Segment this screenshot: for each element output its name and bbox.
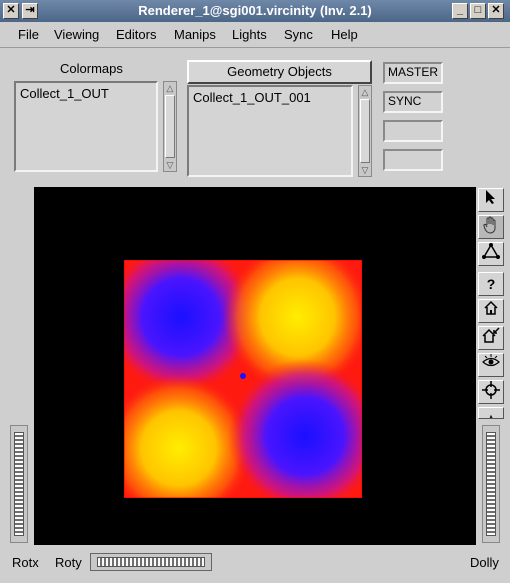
list-item[interactable]: Collect_1_OUT: [20, 86, 109, 101]
close-button[interactable]: ✕: [488, 3, 504, 19]
menu-editors[interactable]: Editors: [116, 27, 156, 42]
home-icon[interactable]: [478, 299, 504, 323]
menu-help[interactable]: Help: [331, 27, 358, 42]
scroll-thumb[interactable]: [360, 99, 370, 163]
maximize-button[interactable]: □: [470, 3, 486, 19]
menu-viewing[interactable]: Viewing: [54, 27, 99, 42]
list-item[interactable]: Collect_1_OUT_001: [193, 90, 311, 105]
perspective-icon[interactable]: [478, 407, 504, 419]
menu-lights[interactable]: Lights: [232, 27, 267, 42]
help-button[interactable]: ?: [478, 272, 504, 296]
seek-icon[interactable]: [478, 242, 504, 266]
scroll-up-icon[interactable]: △: [165, 83, 175, 93]
empty-button-1[interactable]: [383, 120, 443, 142]
dolly-label: Dolly: [470, 555, 499, 570]
set-home-icon[interactable]: [478, 326, 504, 350]
window-title: Renderer_1@sgi001.vircinity (Inv. 2.1): [138, 3, 372, 18]
window-menu-icon[interactable]: ✕: [3, 3, 19, 19]
geometry-objects-button[interactable]: Geometry Objects: [187, 60, 372, 84]
seek-point-marker: [240, 373, 246, 379]
hand-icon[interactable]: [478, 215, 504, 239]
empty-button-2[interactable]: [383, 149, 443, 171]
minimize-button[interactable]: _: [452, 3, 468, 19]
dolly-thumbwheel[interactable]: [482, 425, 500, 543]
rotx-thumbwheel[interactable]: [10, 425, 28, 543]
geometry-scrollbar[interactable]: △ ▽: [358, 85, 372, 177]
menu-bar: File Viewing Editors Manips Lights Sync …: [0, 22, 510, 48]
scroll-down-icon[interactable]: ▽: [360, 165, 370, 175]
rotx-label: Rotx: [12, 555, 39, 570]
menu-manips[interactable]: Manips: [174, 27, 216, 42]
title-bar[interactable]: ✕ ⇥ Renderer_1@sgi001.vircinity (Inv. 2.…: [0, 0, 510, 22]
scroll-down-icon[interactable]: ▽: [165, 160, 175, 170]
colormaps-scrollbar[interactable]: △ ▽: [163, 81, 177, 172]
colormaps-label: Colormaps: [60, 61, 123, 76]
sync-button[interactable]: SYNC: [383, 91, 443, 113]
pin-icon[interactable]: ⇥: [22, 3, 38, 19]
view-all-eye-icon[interactable]: [478, 353, 504, 377]
master-button[interactable]: MASTER: [383, 62, 443, 84]
menu-sync[interactable]: Sync: [284, 27, 313, 42]
blue-trough-bottom: [228, 359, 362, 498]
crosshair-icon[interactable]: [478, 380, 504, 404]
color-surface: [124, 260, 362, 498]
menu-file[interactable]: File: [18, 27, 39, 42]
scroll-thumb[interactable]: [165, 95, 175, 158]
roty-thumbwheel[interactable]: [90, 553, 212, 571]
render-viewport[interactable]: [34, 187, 476, 545]
pick-arrow-icon[interactable]: [478, 188, 504, 212]
scroll-up-icon[interactable]: △: [360, 87, 370, 97]
geometry-list[interactable]: Collect_1_OUT_001: [187, 85, 353, 177]
colormaps-list[interactable]: Collect_1_OUT: [14, 81, 158, 172]
roty-label: Roty: [55, 555, 82, 570]
